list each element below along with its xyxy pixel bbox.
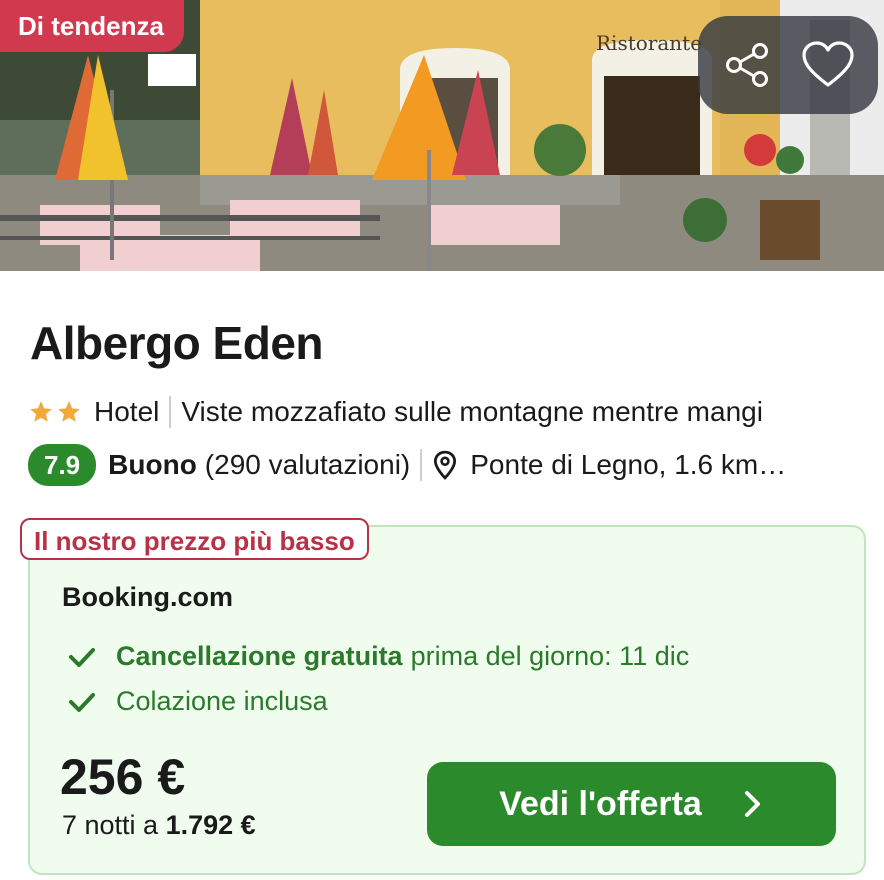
share-button[interactable]	[718, 35, 778, 95]
total-prefix: 7 notti a	[62, 810, 159, 840]
location-pin-icon	[434, 450, 457, 480]
hotel-name[interactable]: Albergo Eden	[30, 316, 324, 370]
divider	[420, 449, 423, 481]
total-value: 1.792 €	[165, 810, 256, 840]
star-icon	[58, 401, 80, 422]
perk-free-cancellation: Cancellazione gratuita prima del giorno:…	[68, 641, 689, 672]
check-icon	[68, 645, 98, 669]
perk-title: Cancellazione gratuita	[116, 641, 403, 671]
total-price: 7 notti a 1.792 €	[62, 810, 256, 841]
divider	[169, 396, 172, 428]
hotel-photo[interactable]: Ristorante Di tendenza	[0, 0, 884, 271]
view-offer-label: Vedi l'offerta	[499, 784, 702, 823]
svg-text:Ristorante: Ristorante	[596, 31, 702, 55]
review-count[interactable]: (290 valutazioni)	[205, 449, 410, 481]
perk-detail: Colazione inclusa	[116, 686, 328, 716]
perk-breakfast: Colazione inclusa	[68, 686, 328, 717]
offer-provider: Booking.com	[62, 582, 234, 612]
share-icon	[726, 43, 768, 87]
view-offer-button[interactable]: Vedi l'offerta	[427, 762, 836, 846]
hotel-type: Hotel	[94, 396, 160, 427]
hotel-location[interactable]: Ponte di Legno, 1.6 km…	[470, 449, 838, 481]
perk-detail: prima del giorno: 11 dic	[410, 641, 690, 671]
photo-actions	[698, 16, 878, 114]
rating-score-badge: 7.9	[28, 444, 97, 486]
star-icon	[30, 401, 52, 422]
rating-word: Buono	[108, 449, 197, 480]
star-rating	[28, 399, 82, 425]
rating-row: 7.9 Buono (290 valutazioni) Ponte di Leg…	[28, 444, 838, 486]
chevron-right-icon	[744, 791, 760, 817]
nightly-price: 256 €	[60, 749, 186, 805]
check-icon	[68, 690, 98, 714]
lowest-price-tag: Il nostro prezzo più basso	[20, 518, 369, 560]
heart-icon	[802, 41, 854, 87]
hotel-highlight: Viste mozzafiato sulle montagne mentre m…	[181, 396, 763, 427]
trending-badge: Di tendenza	[0, 0, 184, 52]
favorite-button[interactable]	[798, 35, 858, 95]
hotel-meta: Hotel Viste mozzafiato sulle montagne me…	[28, 396, 763, 428]
